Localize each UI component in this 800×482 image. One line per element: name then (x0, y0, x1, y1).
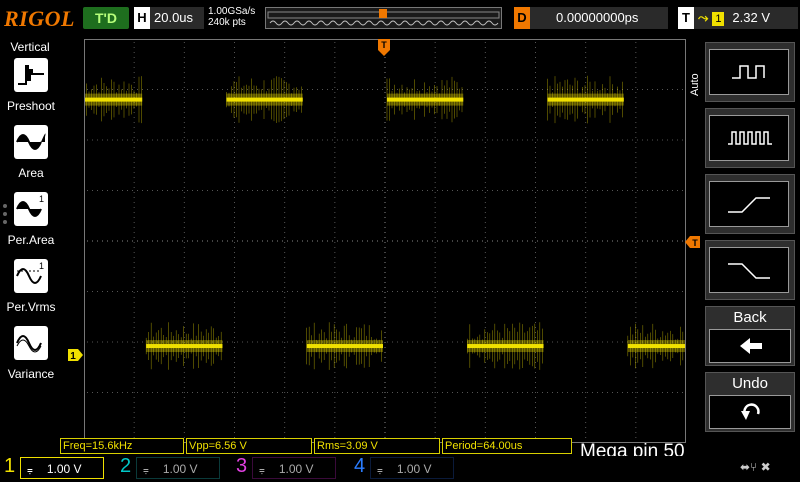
auto-pulse-train-button[interactable] (705, 108, 795, 168)
preshoot-label: Preshoot (6, 99, 56, 113)
timebase-value: 20.0us (154, 10, 194, 25)
channel-4-scale-box[interactable]: ⩦ 1.00 V (370, 457, 454, 479)
per-area-button[interactable]: 1 (14, 192, 48, 226)
per-area-label: Per.Area (7, 233, 55, 247)
sample-info: 1.00GSa/s 240k pts (208, 6, 255, 28)
period-measurement[interactable]: Period=64.00us (442, 438, 572, 454)
delay-display[interactable]: D 0.00000000ps (514, 7, 668, 29)
preshoot-button[interactable] (14, 58, 48, 92)
delay-value: 0.00000000ps (556, 10, 639, 25)
channel-3-number[interactable]: 3 (236, 455, 247, 478)
trigger-key: T (678, 7, 694, 29)
channel-2-number[interactable]: 2 (120, 455, 131, 478)
preshoot-icon (18, 65, 44, 85)
undo-icon (741, 403, 760, 420)
channel-1-scale-box[interactable]: ⩦ 1.00 V (20, 457, 104, 479)
brand-logo: RIGOL (4, 6, 75, 31)
svg-text:1: 1 (39, 261, 44, 271)
trigger-level: 2.32 V (732, 10, 770, 25)
channel-2-scale-box[interactable]: ⩦ 1.00 V (136, 457, 220, 479)
dc-coupling-icon: ⩦ (377, 465, 383, 476)
auto-pulse-frame (709, 49, 789, 95)
channel-3-scale-box[interactable]: ⩦ 1.00 V (252, 457, 336, 479)
trigger-level-marker[interactable]: T (685, 235, 701, 249)
auto-pulse-train-frame (709, 115, 789, 161)
per-vrms-button[interactable]: 1 (14, 259, 48, 293)
auto-fall-frame (709, 247, 789, 293)
channel-4-scale: 1.00 V (396, 462, 432, 476)
back-arrow-icon (740, 338, 762, 354)
area-button[interactable] (14, 125, 48, 159)
rms-measurement[interactable]: Rms=3.09 V (314, 438, 440, 454)
auto-rise-frame (709, 181, 789, 227)
channel-4-number[interactable]: 4 (354, 455, 365, 478)
freq-measurement[interactable]: Freq=15.6kHz (60, 438, 184, 454)
channel-1-offset-marker[interactable]: 1 (68, 348, 84, 362)
undo-label: Undo (732, 375, 768, 392)
channel-3-scale: 1.00 V (278, 462, 314, 476)
run-state-badge[interactable]: T'D (83, 7, 129, 29)
menu-page-dot (3, 220, 7, 224)
back-button[interactable]: Back (705, 306, 795, 366)
trigger-position-label: T (381, 40, 387, 50)
auto-fall-button[interactable] (705, 240, 795, 300)
channel-1-scale: 1.00 V (46, 462, 82, 476)
pulse-icon (732, 65, 765, 79)
area-label: Area (18, 166, 44, 180)
back-frame (709, 329, 791, 363)
sample-points: 240k pts (208, 17, 246, 28)
dc-coupling-icon: ⩦ (143, 465, 149, 476)
menu-page-dot (3, 204, 7, 208)
memory-ruler[interactable] (265, 7, 502, 29)
per-area-icon: 1 (16, 194, 44, 217)
trigger-source: 1 (712, 11, 725, 26)
vpp-measurement[interactable]: Vpp=6.56 V (186, 438, 312, 454)
delay-key: D (514, 7, 530, 29)
per-vrms-label: Per.Vrms (6, 300, 56, 314)
rising-edge-icon: ⤳ (698, 10, 709, 25)
waveform-display[interactable] (84, 39, 686, 443)
timebase-key: H (134, 7, 150, 29)
variance-label: Variance (7, 367, 55, 381)
rising-edge-measure-icon (728, 197, 770, 213)
pulse-train-icon (728, 131, 772, 145)
per-vrms-icon: 1 (16, 261, 44, 284)
sample-rate: 1.00GSa/s (208, 6, 256, 17)
dc-coupling-icon: ⩦ (259, 465, 265, 476)
falling-edge-measure-icon (728, 263, 770, 279)
timebase-display[interactable]: H 20.0us (134, 7, 204, 29)
dc-coupling-icon: ⩦ (27, 465, 33, 476)
trigger-position-marker[interactable]: T (377, 38, 391, 58)
channel-1-number[interactable]: 1 (4, 455, 15, 478)
variance-icon (16, 335, 42, 353)
left-menu-title: Vertical (10, 40, 50, 54)
undo-button[interactable]: Undo (705, 372, 795, 432)
back-label: Back (733, 309, 767, 326)
svg-text:1: 1 (39, 194, 44, 204)
usb-icon: ⬌⑂ ✖ (740, 460, 771, 474)
auto-rise-button[interactable] (705, 174, 795, 234)
menu-page-dot (3, 212, 7, 216)
channel-1-offset-label: 1 (70, 351, 76, 362)
variance-button[interactable] (14, 326, 48, 360)
area-icon (16, 133, 46, 150)
trigger-level-label: T (692, 238, 698, 248)
auto-pulse-button[interactable] (705, 42, 795, 102)
auto-label: Auto (689, 73, 701, 96)
memory-ruler-graphic (267, 9, 500, 26)
trigger-display[interactable]: T ⤳ 1 2.32 V (678, 7, 798, 29)
channel-2-scale: 1.00 V (162, 462, 198, 476)
undo-frame (709, 395, 791, 429)
